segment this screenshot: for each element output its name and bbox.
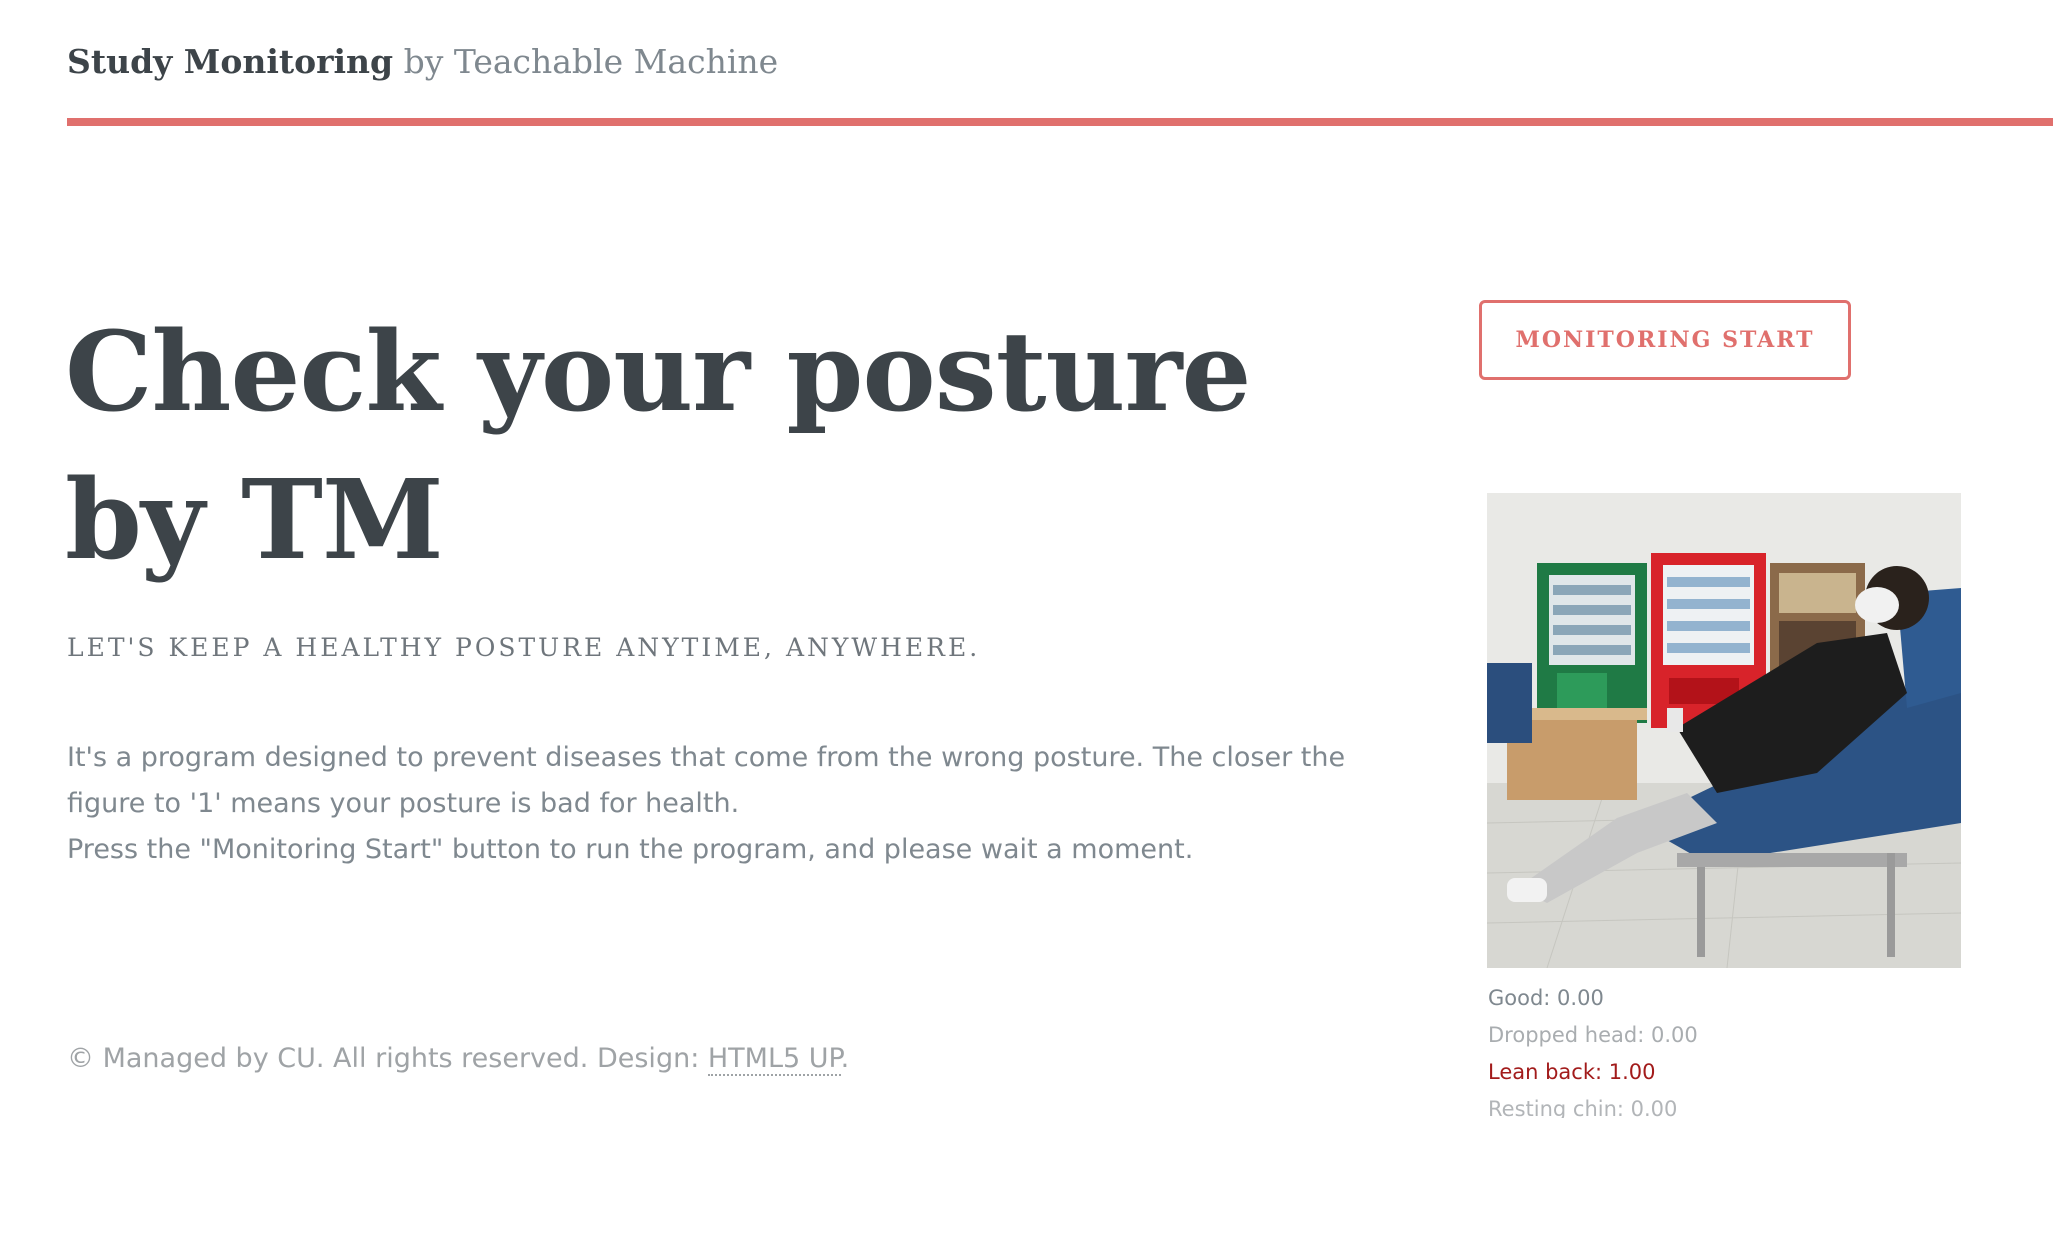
page-title-line-2: by TM [65,455,444,584]
site-header: Study Monitoring by Teachable Machine [67,0,2053,126]
page-title: Check your posture by TM [65,298,1251,594]
webcam-feed-image [1487,493,1961,968]
description-paragraph-1: It's a program designed to prevent disea… [67,742,1346,819]
prediction-resting-chin: Resting chin: 0.00 [1488,1097,1678,1118]
footer-copyright: © Managed by CU. All rights reserved. De… [67,1043,850,1076]
logo-subtitle: by Teachable Machine [393,42,779,81]
design-credit-link[interactable]: HTML5 UP [707,1043,841,1076]
prediction-lean-back: Lean back: 1.00 [1488,1060,1656,1084]
prediction-good: Good: 0.00 [1488,986,1604,1010]
copyright-text: © Managed by CU. All rights reserved. De… [67,1043,708,1074]
copyright-end: . [840,1043,850,1074]
prediction-labels: Good: 0.00 Dropped head: 0.00 Lean back:… [1488,980,1988,1118]
page-title-line-1: Check your posture [65,307,1251,436]
logo-title: Study Monitoring [67,42,394,81]
monitoring-start-button[interactable]: MONITORING START [1479,300,1851,380]
description: It's a program designed to prevent disea… [67,735,1367,873]
description-paragraph-2: Press the "Monitoring Start" button to r… [67,834,1194,865]
prediction-dropped-head: Dropped head: 0.00 [1488,1023,1698,1047]
webcam-feed [1487,493,1961,968]
site-logo[interactable]: Study Monitoring by Teachable Machine [67,42,778,81]
tagline: LET'S KEEP A HEALTHY POSTURE ANYTIME, AN… [67,633,981,662]
